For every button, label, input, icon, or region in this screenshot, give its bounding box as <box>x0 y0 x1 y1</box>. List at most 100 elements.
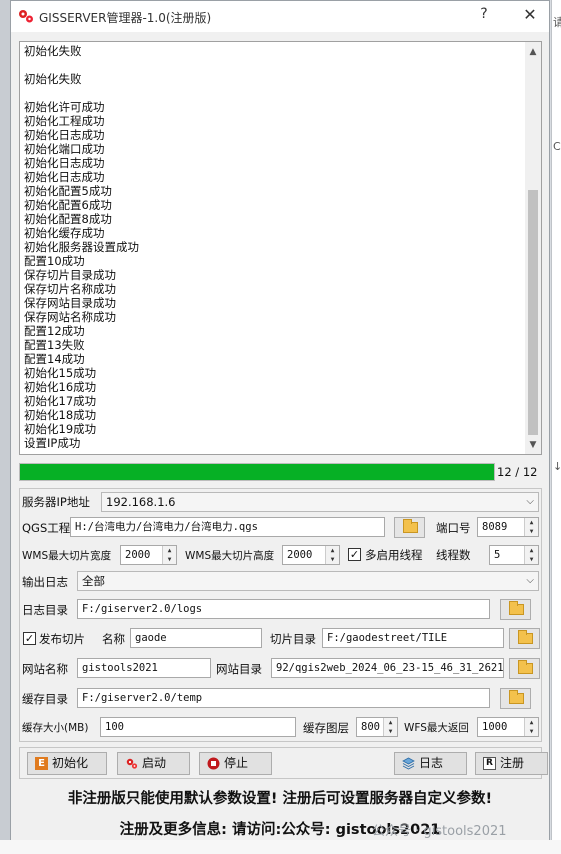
publish-tiles-checkbox[interactable]: ✓ <box>23 632 36 645</box>
multithread-label: 多启用线程 <box>365 548 423 562</box>
app-gear-icon <box>19 10 33 23</box>
cache-dir-label: 缓存目录 <box>22 692 68 706</box>
progress-fill <box>20 464 494 480</box>
window-title: GISSERVER管理器-1.0(注册版) <box>39 11 212 25</box>
log-dir-browse-button[interactable] <box>500 599 531 620</box>
background-glyph: ↓ <box>553 460 561 473</box>
background-window-left <box>0 0 10 854</box>
log-line: 设置IP成功 <box>24 436 81 450</box>
wms-height-label: WMS最大切片高度 <box>185 550 275 562</box>
wms-height-spinbox[interactable]: 2000 ▲ ▼ <box>282 545 340 565</box>
wms-width-value: 2000 <box>125 549 151 561</box>
spin-arrows-icon[interactable]: ▲ ▼ <box>524 546 538 564</box>
layers-icon <box>402 757 415 770</box>
port-label: 端口号 <box>436 521 471 535</box>
log-line: 初始化工程成功 <box>24 114 105 128</box>
init-label: 初始化 <box>52 756 89 770</box>
qgs-project-label: QGS工程 <box>22 521 71 535</box>
cache-layers-value: 800 <box>361 721 380 733</box>
scrollbar-thumb[interactable] <box>528 190 538 435</box>
progress-bar <box>19 463 495 481</box>
tile-dir-label: 切片目录 <box>270 632 316 646</box>
tile-name-input[interactable]: gaode <box>130 628 262 648</box>
port-spinbox[interactable]: 8089 ▲ ▼ <box>477 517 539 537</box>
port-value: 8089 <box>482 521 508 533</box>
tile-dir-browse-button[interactable] <box>509 628 540 649</box>
log-line: 初始化配置8成功 <box>24 212 112 226</box>
cache-dir-browse-button[interactable] <box>500 688 531 709</box>
stop-icon <box>207 757 220 770</box>
spin-arrows-icon[interactable]: ▲ ▼ <box>524 718 538 736</box>
log-line: 初始化配置5成功 <box>24 184 112 198</box>
help-button[interactable]: ? <box>473 6 495 26</box>
log-line: 保存网站名称成功 <box>24 310 116 324</box>
background-strip-bottom <box>0 840 561 854</box>
log-line: 初始化缓存成功 <box>24 226 105 240</box>
log-dir-input[interactable]: F:/giserver2.0/logs <box>77 599 490 619</box>
close-button[interactable]: ✕ <box>515 5 545 27</box>
wms-width-spinbox[interactable]: 2000 ▲ ▼ <box>120 545 177 565</box>
wms-height-value: 2000 <box>287 549 313 561</box>
qgs-browse-button[interactable] <box>394 517 425 538</box>
log-line: 初始化端口成功 <box>24 142 105 156</box>
start-button[interactable]: 启动 <box>117 752 190 775</box>
tile-dir-input[interactable]: F:/gaodestreet/TILE <box>322 628 504 648</box>
stop-button[interactable]: 停止 <box>199 752 272 775</box>
spin-arrows-icon[interactable]: ▲ ▼ <box>162 546 176 564</box>
register-icon: R <box>483 757 496 770</box>
folder-icon <box>509 601 524 615</box>
multithread-checkbox[interactable]: ✓ <box>348 548 361 561</box>
threads-spinbox[interactable]: 5 ▲ ▼ <box>489 545 539 565</box>
log-line: 初始化许可成功 <box>24 100 105 114</box>
log-line: 初始化18成功 <box>24 408 97 422</box>
log-output-area[interactable]: 初始化失败 初始化失败 初始化许可成功 初始化工程成功 初始化日志成功 初始化端口成功 初始… <box>19 41 542 455</box>
log-line: 初始化配置6成功 <box>24 198 112 212</box>
site-dir-browse-button[interactable] <box>509 658 540 679</box>
log-scrollbar[interactable]: ▲ ▼ <box>525 42 541 454</box>
log-line: 初始化失败 <box>24 72 82 86</box>
log-label: 日志 <box>419 756 444 770</box>
progress-text: 12 / 12 <box>497 465 538 479</box>
log-line: 保存切片目录成功 <box>24 268 116 282</box>
chevron-down-icon: ⌵ <box>526 575 534 586</box>
stop-label: 停止 <box>224 756 249 770</box>
wfs-max-spinbox[interactable]: 1000 ▲ ▼ <box>477 717 539 737</box>
start-label: 启动 <box>142 756 167 770</box>
site-name-input[interactable]: gistools2021 <box>77 658 211 678</box>
cache-size-label: 缓存大小(MB) <box>22 722 89 734</box>
init-button[interactable]: E 初始化 <box>27 752 107 775</box>
log-button[interactable]: 日志 <box>394 752 467 775</box>
folder-icon <box>509 690 524 704</box>
log-line: 初始化19成功 <box>24 422 97 436</box>
main-window: GISSERVER管理器-1.0(注册版) ? ✕ 初始化失败 初始化失败 初始化许… <box>10 0 550 844</box>
spin-arrows-icon[interactable]: ▲ ▼ <box>325 546 339 564</box>
wfs-max-label: WFS最大返回 <box>404 722 469 734</box>
notice-line-1: 非注册版只能使用默认参数设置! 注册后可设置服务器自定义参数! <box>67 791 493 807</box>
log-line: 初始化日志成功 <box>24 128 105 142</box>
spin-arrows-icon[interactable]: ▲ ▼ <box>524 518 538 536</box>
cache-size-input[interactable]: 100 <box>100 717 296 737</box>
log-line: 保存切片名称成功 <box>24 282 116 296</box>
log-output-label: 输出日志 <box>22 575 68 589</box>
server-ip-label: 服务器IP地址 <box>22 495 90 509</box>
server-ip-select[interactable]: 192.168.1.6 ⌵ <box>101 492 539 512</box>
log-output-select[interactable]: 全部 ⌵ <box>77 571 539 591</box>
background-glyph: C <box>553 140 561 153</box>
scroll-down-icon[interactable]: ▼ <box>525 438 541 452</box>
cache-layers-label: 缓存图层 <box>303 721 349 735</box>
settings-panel: 服务器IP地址 192.168.1.6 ⌵ QGS工程 H:/台湾电力/台湾电力… <box>19 488 542 742</box>
cache-layers-spinbox[interactable]: 800 ▲ ▼ <box>356 717 398 737</box>
background-glyph: 请 <box>553 16 561 29</box>
log-output-value: 全部 <box>82 574 105 588</box>
cache-dir-input[interactable]: F:/giserver2.0/temp <box>77 688 490 708</box>
site-dir-input[interactable]: 92/qgis2web_2024_06_23-15_46_31_262193 <box>271 658 504 678</box>
gear-icon <box>126 758 138 769</box>
spin-arrows-icon[interactable]: ▲ ▼ <box>383 718 397 736</box>
register-button[interactable]: R 注册 <box>475 752 548 775</box>
log-line: 初始化15成功 <box>24 366 97 380</box>
qgs-project-input[interactable]: H:/台湾电力/台湾电力/台湾电力.qgs <box>70 517 385 537</box>
wms-width-label: WMS最大切片宽度 <box>22 550 112 562</box>
scroll-up-icon[interactable]: ▲ <box>525 45 541 59</box>
